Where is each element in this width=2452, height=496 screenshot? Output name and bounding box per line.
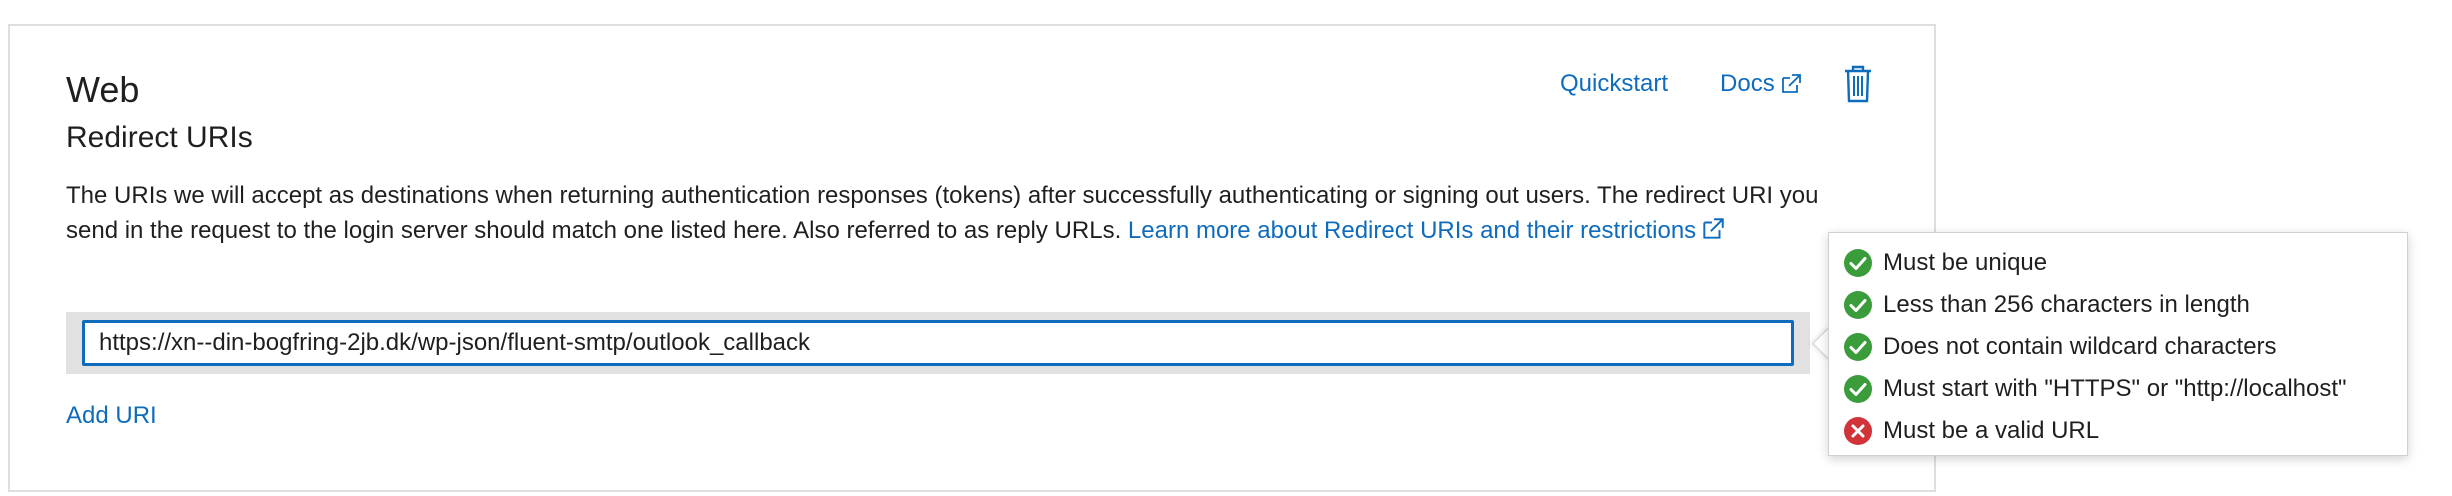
validation-rule: Must be unique — [1843, 243, 2047, 283]
validation-rule: Must be a valid URL — [1843, 411, 2099, 451]
validation-rule: Less than 256 characters in length — [1843, 285, 2250, 325]
validation-rule: Must start with "HTTPS" or "http://local… — [1843, 369, 2347, 409]
delete-platform-button[interactable] — [1841, 64, 1875, 104]
check-circle-icon — [1844, 249, 1872, 277]
header-actions: Quickstart Docs — [1560, 62, 1875, 106]
check-circle-icon — [1844, 333, 1872, 361]
redirect-uris-description: The URIs we will accept as destinations … — [66, 178, 1866, 248]
validation-rule: Does not contain wildcard characters — [1843, 327, 2277, 367]
validation-rule-text: Does not contain wildcard characters — [1883, 333, 2277, 360]
validation-rule-text: Must start with "HTTPS" or "http://local… — [1883, 375, 2347, 402]
check-circle-icon — [1844, 291, 1872, 319]
learn-more-link-label: Learn more about Redirect URIs and their… — [1127, 217, 1697, 244]
trash-icon — [1844, 65, 1871, 103]
check-circle-icon — [1844, 375, 1872, 403]
learn-more-redirect-uris-link[interactable]: Learn more about Redirect URIs and their… — [1128, 217, 1726, 244]
redirect-uris-heading: Redirect URIs — [66, 121, 253, 154]
error-circle-icon — [1844, 417, 1872, 445]
docs-link-label: Docs — [1720, 70, 1775, 97]
docs-link[interactable]: Docs — [1720, 62, 1803, 106]
external-link-icon — [1781, 74, 1801, 93]
external-link-icon — [1703, 218, 1724, 239]
add-uri-link[interactable]: Add URI — [66, 396, 157, 436]
validation-rule-text: Less than 256 characters in length — [1883, 291, 2250, 318]
redirect-uri-row — [66, 312, 1810, 374]
quickstart-link[interactable]: Quickstart — [1560, 62, 1668, 106]
section-title: Web — [66, 69, 140, 110]
redirect-uri-input[interactable] — [82, 320, 1794, 366]
uri-validation-tooltip: Must be unique Less than 256 characters … — [1828, 232, 2408, 456]
validation-rule-text: Must be unique — [1883, 249, 2048, 276]
validation-rule-text: Must be a valid URL — [1883, 417, 2100, 444]
